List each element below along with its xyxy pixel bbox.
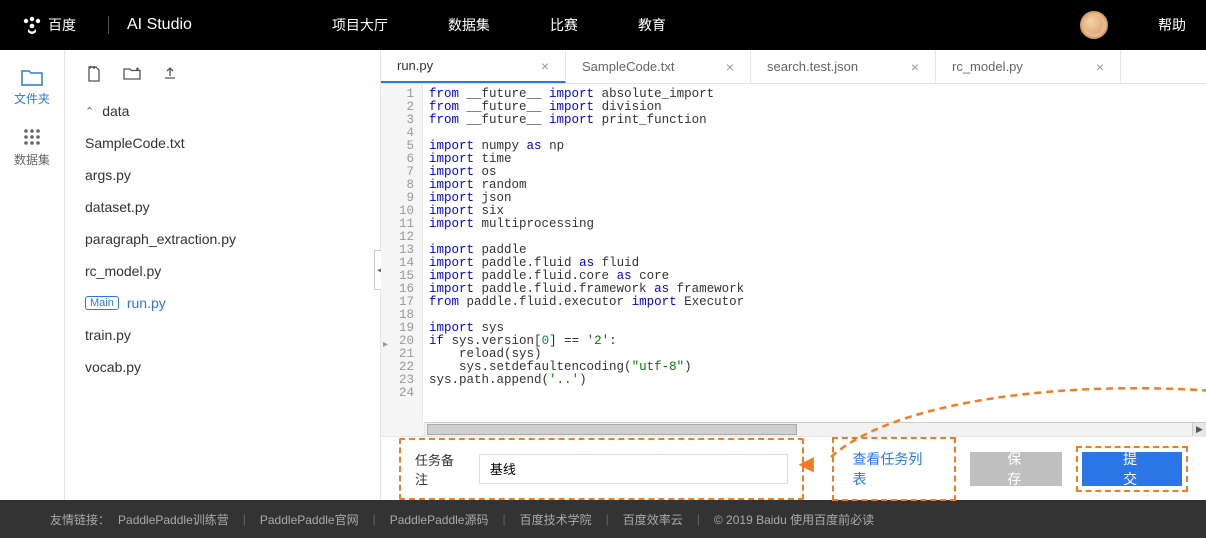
view-task-list-link[interactable]: 查看任务列表 ◀ (832, 437, 956, 501)
file-tree: ⌃ data SampleCode.txt args.py dataset.py… (65, 95, 380, 383)
task-remark-label: 任务备注 (415, 450, 467, 488)
submit-highlight-box: 提 交 (1076, 446, 1188, 492)
file-train[interactable]: train.py (65, 319, 380, 351)
file-sidebar: ⌃ data SampleCode.txt args.py dataset.py… (65, 50, 380, 500)
leftnav-datasets[interactable]: 数据集 (14, 127, 50, 168)
nav-datasets[interactable]: 数据集 (448, 15, 490, 35)
nav-help[interactable]: 帮助 (1158, 15, 1186, 35)
nav-projects[interactable]: 项目大厅 (332, 15, 388, 35)
folder-icon (21, 68, 43, 86)
top-nav: 项目大厅 数据集 比赛 教育 (332, 15, 666, 35)
file-run[interactable]: Main run.py (65, 287, 380, 319)
scroll-right-icon[interactable]: ▶ (1192, 423, 1206, 436)
scrollbar-thumb[interactable] (427, 424, 797, 435)
dataset-icon (22, 127, 42, 147)
file-args[interactable]: args.py (65, 159, 380, 191)
line-gutter: ▸ 12345678910111213141516171819202122232… (381, 84, 423, 422)
tab-rc-model[interactable]: rc_model.py× (936, 50, 1121, 83)
close-icon[interactable]: × (911, 59, 919, 75)
logo-text: 百度 (48, 18, 76, 34)
close-icon[interactable]: × (1096, 59, 1104, 75)
horizontal-scrollbar[interactable]: ▶ (425, 422, 1206, 436)
folder-data[interactable]: ⌃ data (65, 95, 380, 127)
avatar[interactable] (1080, 11, 1108, 39)
footer-link-0[interactable]: PaddlePaddle训练营 (118, 511, 229, 528)
left-icon-nav: 文件夹 数据集 (0, 50, 65, 500)
main-badge: Main (85, 296, 119, 310)
footer: 友情链接： PaddlePaddle训练营| PaddlePaddle官网| P… (0, 500, 1206, 538)
footer-link-1[interactable]: PaddlePaddle官网 (260, 511, 359, 528)
tab-samplecode[interactable]: SampleCode.txt× (566, 50, 751, 83)
sidebar-toolbar (65, 62, 380, 95)
nav-competitions[interactable]: 比赛 (550, 15, 578, 35)
new-folder-icon[interactable] (123, 66, 141, 85)
code-area[interactable]: ▸ 12345678910111213141516171819202122232… (381, 84, 1206, 422)
baidu-logo-icon: 百度 (20, 14, 90, 36)
footer-link-3[interactable]: 百度技术学院 (520, 511, 592, 528)
footer-prefix: 友情链接： (50, 511, 110, 528)
close-icon[interactable]: × (726, 59, 734, 75)
file-vocab[interactable]: vocab.py (65, 351, 380, 383)
nav-education[interactable]: 教育 (638, 15, 666, 35)
bottom-action-bar: 任务备注 查看任务列表 ◀ 保存 提 交 (381, 436, 1206, 500)
logo[interactable]: 百度 AI Studio (20, 14, 192, 36)
main-area: 文件夹 数据集 ⌃ data SampleCode.txt args.py da… (0, 50, 1206, 500)
leftnav-files[interactable]: 文件夹 (14, 68, 50, 107)
file-dataset[interactable]: dataset.py (65, 191, 380, 223)
file-paragraph-extraction[interactable]: paragraph_extraction.py (65, 223, 380, 255)
product-name: AI Studio (127, 16, 192, 34)
file-rc-model[interactable]: rc_model.py (65, 255, 380, 287)
close-icon[interactable]: × (541, 58, 549, 74)
footer-link-4[interactable]: 百度效率云 (623, 511, 683, 528)
new-file-icon[interactable] (87, 66, 101, 85)
code-content[interactable]: from __future__ import absolute_importfr… (423, 84, 750, 422)
editor-pane: ◀ run.py× SampleCode.txt× search.test.js… (380, 50, 1206, 500)
footer-link-2[interactable]: PaddlePaddle源码 (390, 511, 489, 528)
task-remark-input[interactable] (479, 454, 789, 484)
footer-copyright: © 2019 Baidu 使用百度前必读 (714, 511, 874, 528)
save-button[interactable]: 保存 (970, 452, 1062, 486)
editor-tabs: run.py× SampleCode.txt× search.test.json… (381, 50, 1206, 84)
fold-marker-icon[interactable]: ▸ (383, 338, 388, 354)
logo-divider (108, 16, 109, 34)
upload-icon[interactable] (163, 66, 177, 85)
arrow-left-icon: ◀ (798, 451, 813, 476)
tab-search-json[interactable]: search.test.json× (751, 50, 936, 83)
top-header: 百度 AI Studio 项目大厅 数据集 比赛 教育 帮助 (0, 0, 1206, 50)
tab-run-py[interactable]: run.py× (381, 50, 566, 83)
task-remark-box: 任务备注 (399, 438, 804, 500)
submit-button[interactable]: 提 交 (1082, 452, 1182, 486)
file-samplecode[interactable]: SampleCode.txt (65, 127, 380, 159)
